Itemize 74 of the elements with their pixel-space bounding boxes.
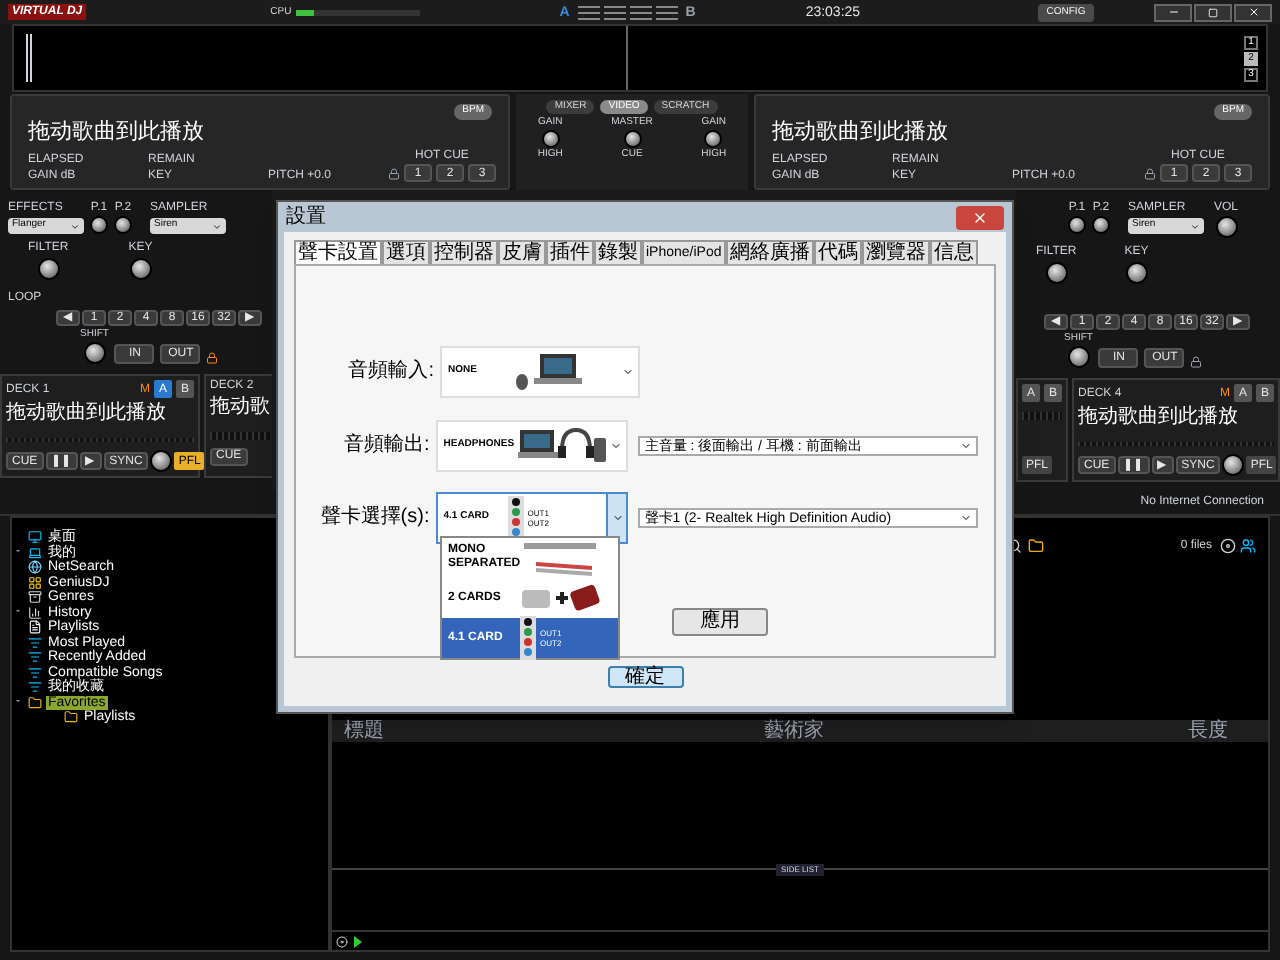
settings-tab[interactable]: 插件 <box>546 240 594 266</box>
minimize-button[interactable] <box>1154 3 1192 21</box>
lock-icon[interactable] <box>388 167 400 180</box>
audio-jacks-icon <box>507 496 524 540</box>
settings-tab[interactable]: 皮膚 <box>498 240 546 266</box>
maximize-icon <box>1208 7 1218 17</box>
settings-tab[interactable]: 聲卡設置 <box>294 240 382 266</box>
minimize-icon <box>1167 6 1179 18</box>
lock-icon[interactable] <box>1190 356 1203 368</box>
cable-icon <box>520 540 600 576</box>
knob[interactable] <box>704 130 723 148</box>
settings-tab[interactable]: 控制器 <box>430 240 498 266</box>
deck-title: 拖动歌曲到此播放 <box>28 119 206 147</box>
deck-title: 拖动歌曲到此播放 <box>6 402 168 427</box>
file-icon <box>28 620 42 635</box>
setting-label: 聲卡選擇(s): <box>318 508 432 528</box>
caret-icon <box>1190 221 1200 231</box>
column-heading[interactable]: 標題 <box>344 720 764 742</box>
sound-cards-icon <box>520 582 600 614</box>
close-button[interactable] <box>956 205 1004 229</box>
monitor-icon <box>28 530 42 545</box>
knob[interactable] <box>541 130 560 148</box>
dialog-title: 設置 <box>286 207 326 227</box>
caret-icon <box>960 440 972 452</box>
archive-icon <box>28 590 42 605</box>
setting-label: 音頻輸出: <box>341 436 432 456</box>
globe-icon <box>28 560 42 575</box>
play-icon[interactable] <box>354 935 362 947</box>
headphones-laptop-icon <box>518 426 607 466</box>
caret-icon <box>70 221 80 231</box>
deck-title: 拖动歌曲到此播放 <box>772 119 950 147</box>
chart-icon <box>28 605 42 620</box>
folder-icon <box>64 710 78 725</box>
settings-tab[interactable]: 瀏覽器 <box>861 240 930 266</box>
knob[interactable] <box>83 342 106 364</box>
maximize-button[interactable] <box>1194 3 1232 21</box>
settings-tab[interactable]: 網絡廣播 <box>725 240 814 266</box>
deck-title: 拖动歌曲到此播放 <box>1078 406 1240 431</box>
caret-icon <box>960 512 972 524</box>
knob[interactable] <box>1067 346 1090 368</box>
knob[interactable] <box>37 258 60 280</box>
deck-title: 拖动歌 <box>210 396 270 421</box>
knob[interactable] <box>623 130 641 148</box>
audio-jacks-icon <box>520 616 536 660</box>
laptop-icon <box>512 352 584 392</box>
close-icon <box>972 209 988 225</box>
computer-icon <box>28 545 42 560</box>
lock-icon[interactable] <box>206 352 219 364</box>
users-icon[interactable] <box>1240 538 1256 554</box>
position-marker <box>26 34 32 82</box>
folder-icon <box>28 695 42 710</box>
grid-icon <box>28 575 42 590</box>
knob[interactable] <box>150 450 173 472</box>
folder-icon[interactable] <box>1028 538 1045 554</box>
caret-icon <box>212 221 222 231</box>
knob[interactable] <box>1045 262 1068 284</box>
column-heading[interactable]: 藝術家 <box>764 720 1188 742</box>
caret-icon <box>622 366 634 378</box>
disc-icon[interactable] <box>1220 538 1236 554</box>
settings-tab[interactable]: 錄製 <box>594 240 642 266</box>
knob[interactable] <box>1215 216 1237 238</box>
setting-label: 音頻輸入: <box>346 362 436 382</box>
caret-icon <box>610 440 623 452</box>
ok-button[interactable]: 確定 <box>607 666 683 688</box>
settings-tab[interactable]: 選項 <box>382 240 430 266</box>
disc-icon[interactable] <box>336 935 348 947</box>
knob[interactable] <box>1222 454 1245 476</box>
knob[interactable] <box>1125 262 1148 284</box>
apply-button[interactable]: 應用 <box>672 608 768 636</box>
caret-icon <box>611 512 624 524</box>
knob[interactable] <box>129 258 152 280</box>
column-heading[interactable]: 長度 <box>1188 720 1268 742</box>
close-icon <box>1247 6 1259 18</box>
lock-icon[interactable] <box>1144 167 1156 180</box>
